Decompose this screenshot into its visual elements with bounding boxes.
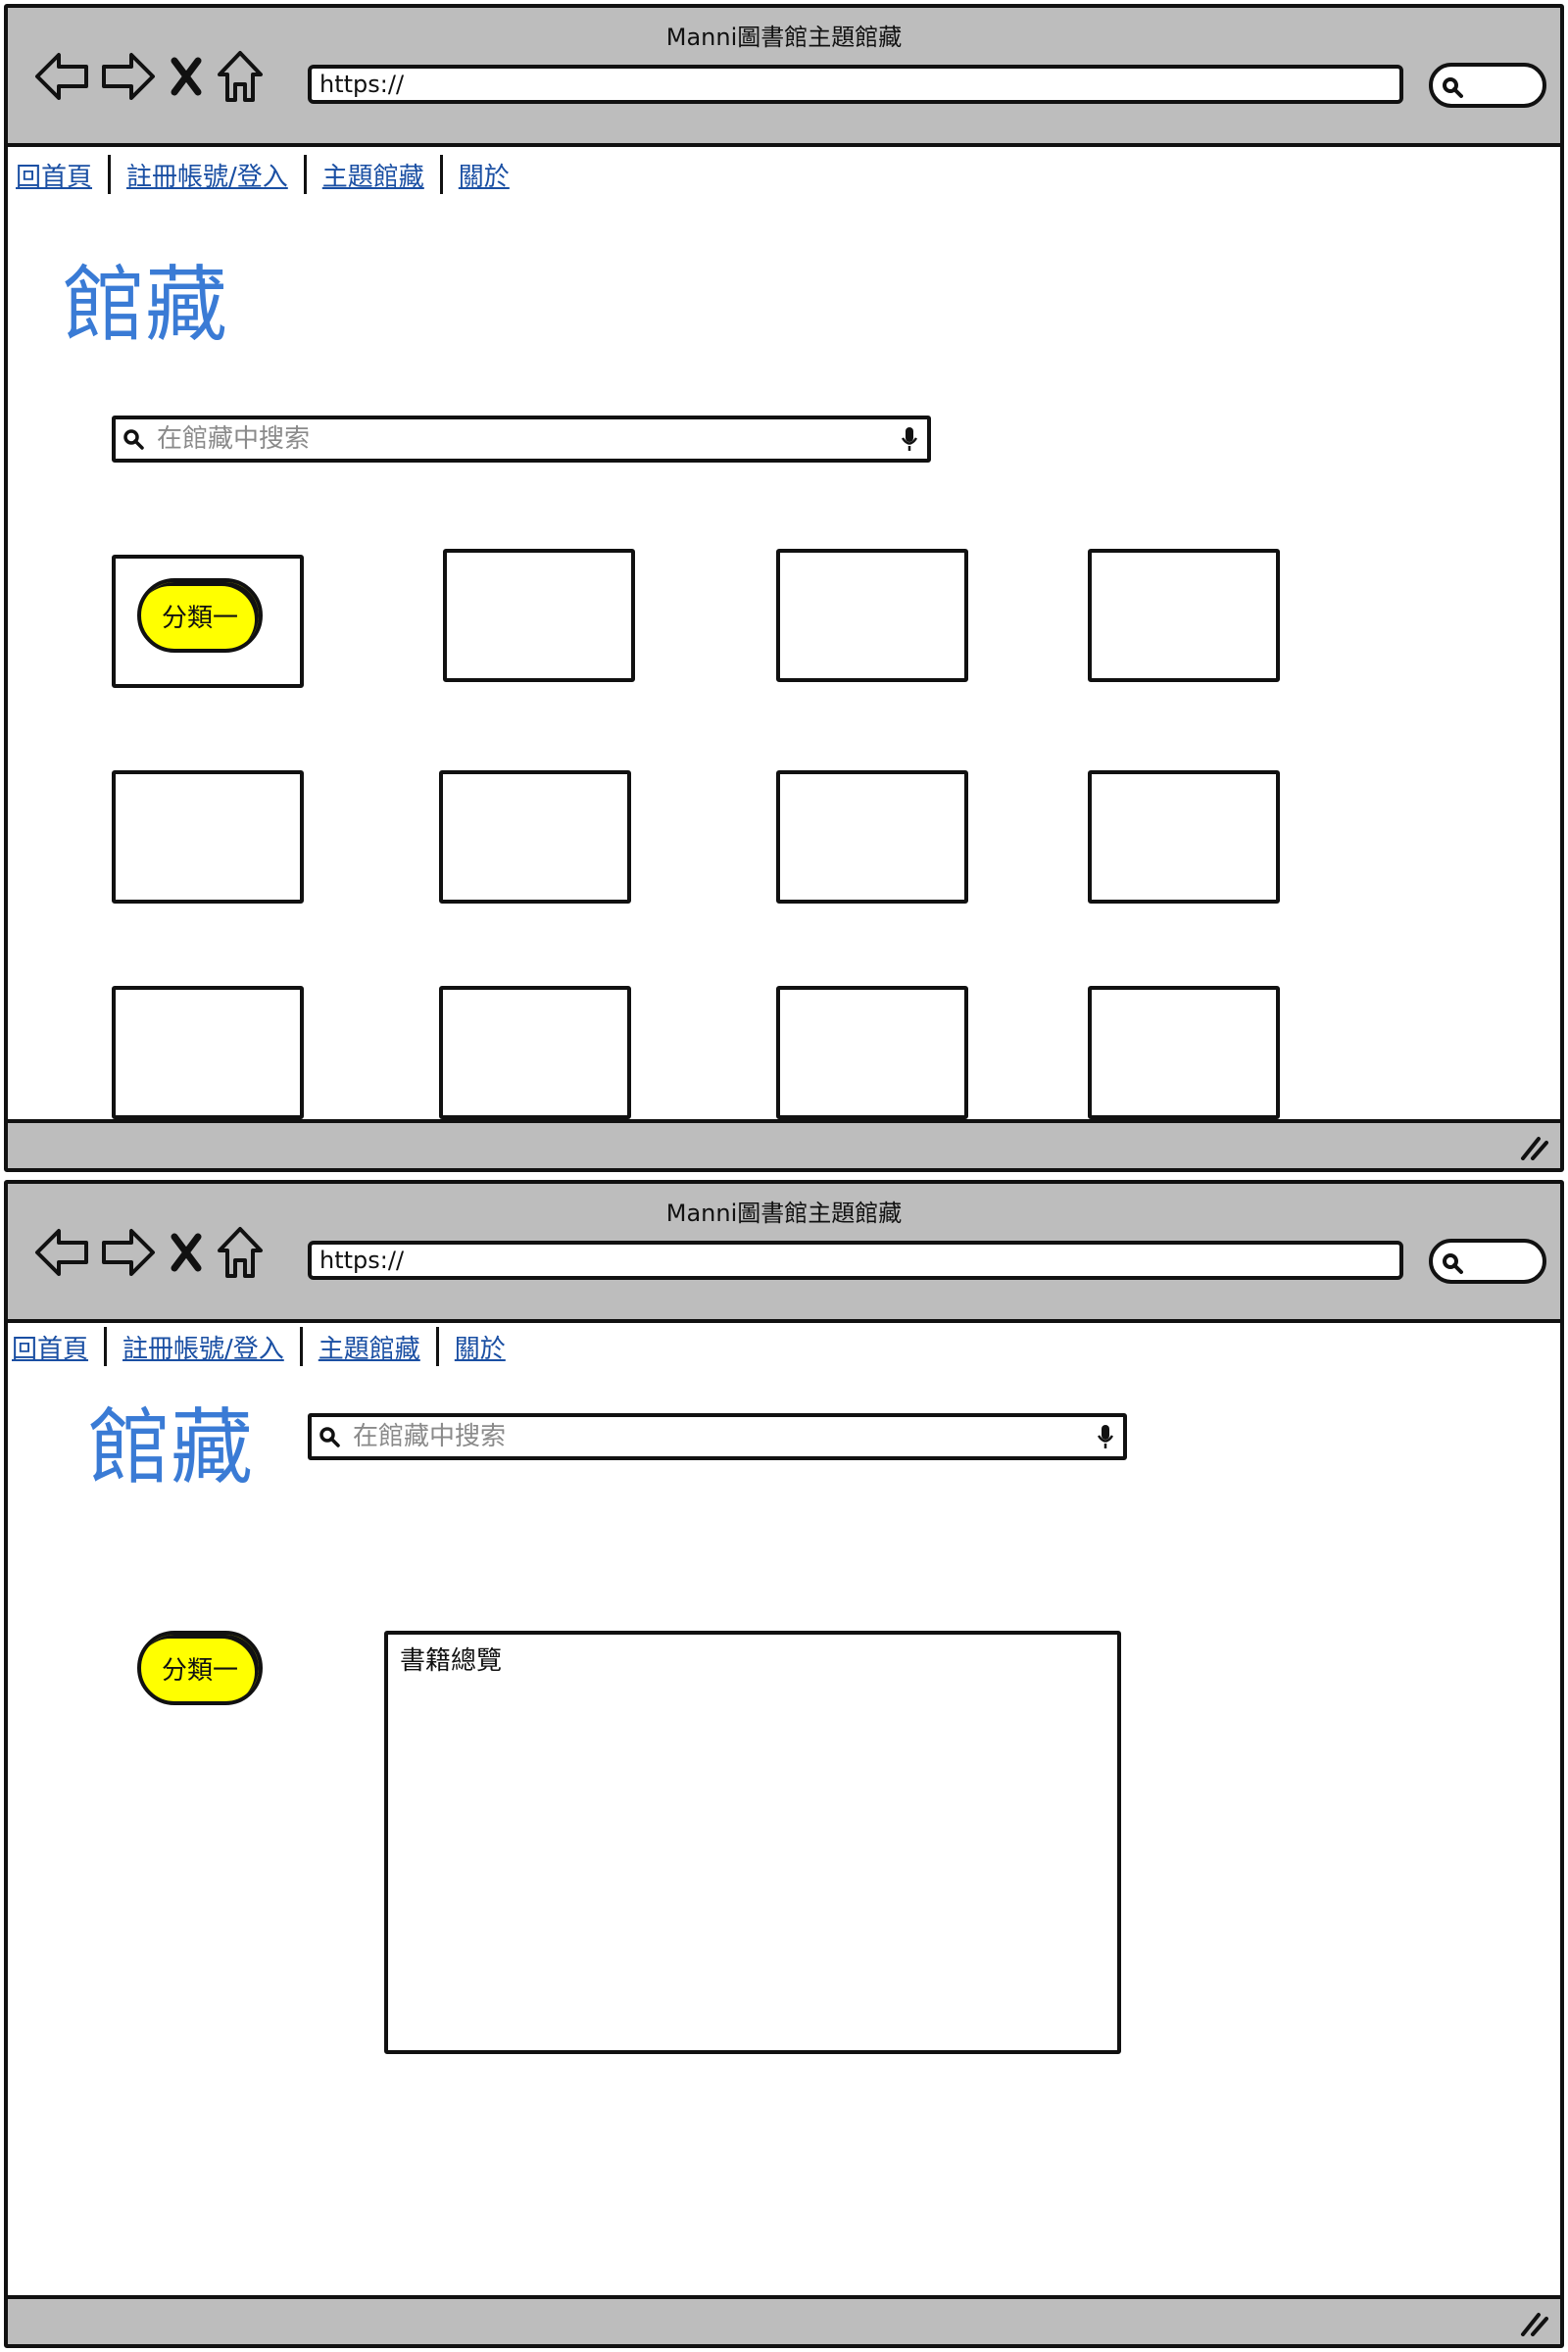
category-tile[interactable]	[1088, 986, 1280, 1119]
close-icon[interactable]	[167, 49, 206, 104]
window-title: Manni圖書館主題館藏	[665, 1200, 903, 1227]
nav-divider	[439, 155, 443, 194]
search-icon	[1443, 77, 1463, 98]
arrow-left-icon[interactable]	[33, 49, 90, 104]
nav-divider	[299, 1327, 303, 1366]
category-tile[interactable]	[776, 986, 968, 1119]
collection-search-bar[interactable]	[308, 1413, 1127, 1460]
search-icon	[1443, 1253, 1463, 1274]
page-title: 館藏	[88, 1399, 254, 1495]
category-button[interactable]: 分類一	[137, 578, 263, 653]
collection-search-bar[interactable]	[112, 416, 931, 463]
browser-statusbar	[8, 2295, 1560, 2344]
collection-search-input[interactable]	[151, 424, 892, 454]
url-bar[interactable]: https://	[308, 1241, 1403, 1280]
category-tile[interactable]	[1088, 549, 1280, 682]
site-nav: 回首頁 註冊帳號/登入 主題館藏 關於	[12, 155, 519, 194]
home-icon[interactable]	[216, 1225, 265, 1280]
nav-divider	[104, 1327, 108, 1366]
browser-nav-buttons	[33, 1225, 265, 1280]
book-overview-panel: 書籍總覽	[384, 1631, 1121, 2054]
category-tile[interactable]	[439, 770, 631, 904]
arrow-right-icon[interactable]	[100, 49, 157, 104]
nav-register-login-link[interactable]: 註冊帳號/登入	[122, 157, 298, 193]
nav-home-link[interactable]: 回首頁	[12, 157, 102, 193]
arrow-right-icon[interactable]	[100, 1225, 157, 1280]
search-icon	[116, 427, 151, 451]
browser-search-field[interactable]	[1429, 63, 1546, 108]
nav-about-link[interactable]: 關於	[455, 157, 519, 193]
close-icon[interactable]	[167, 1225, 206, 1280]
nav-collections-link[interactable]: 主題館藏	[318, 157, 434, 193]
window-title: Manni圖書館主題館藏	[665, 24, 903, 51]
url-bar[interactable]: https://	[308, 65, 1403, 104]
category-tile[interactable]	[1088, 770, 1280, 904]
nav-register-login-link[interactable]: 註冊帳號/登入	[119, 1329, 294, 1365]
browser-window-collection-grid: Manni圖書館主題館藏 https:// 回首頁 註冊帳號/登入 主題館藏 關…	[4, 4, 1564, 1172]
category-tile[interactable]: 分類一	[112, 555, 304, 688]
category-tile[interactable]	[439, 986, 631, 1119]
page-title: 館藏	[63, 257, 228, 353]
book-overview-label: 書籍總覽	[400, 1646, 503, 1676]
nav-divider	[303, 155, 307, 194]
nav-home-link[interactable]: 回首頁	[8, 1329, 98, 1365]
browser-window-category-view: Manni圖書館主題館藏 https:// 回首頁 註冊帳號/登入 主題館藏 關…	[4, 1180, 1564, 2348]
browser-titlebar: Manni圖書館主題館藏 https://	[8, 1184, 1560, 1323]
site-nav: 回首頁 註冊帳號/登入 主題館藏 關於	[8, 1327, 515, 1366]
microphone-icon[interactable]	[892, 425, 927, 453]
category-button[interactable]: 分類一	[137, 1631, 263, 1705]
browser-statusbar	[8, 1119, 1560, 1168]
browser-nav-buttons	[33, 49, 265, 104]
resize-grip-icon[interactable]	[1519, 1135, 1548, 1160]
category-tile[interactable]	[112, 986, 304, 1119]
nav-divider	[108, 155, 112, 194]
microphone-icon[interactable]	[1088, 1423, 1123, 1450]
home-icon[interactable]	[216, 49, 265, 104]
arrow-left-icon[interactable]	[33, 1225, 90, 1280]
nav-collections-link[interactable]: 主題館藏	[315, 1329, 430, 1365]
search-icon	[312, 1425, 347, 1448]
collection-search-input[interactable]	[347, 1422, 1088, 1451]
resize-grip-icon[interactable]	[1519, 2311, 1548, 2336]
browser-search-field[interactable]	[1429, 1239, 1546, 1284]
category-tile[interactable]	[112, 770, 304, 904]
category-tile[interactable]	[776, 549, 968, 682]
nav-about-link[interactable]: 關於	[451, 1329, 515, 1365]
browser-titlebar: Manni圖書館主題館藏 https://	[8, 8, 1560, 147]
category-tile[interactable]	[776, 770, 968, 904]
nav-divider	[435, 1327, 439, 1366]
category-tile[interactable]	[443, 549, 635, 682]
